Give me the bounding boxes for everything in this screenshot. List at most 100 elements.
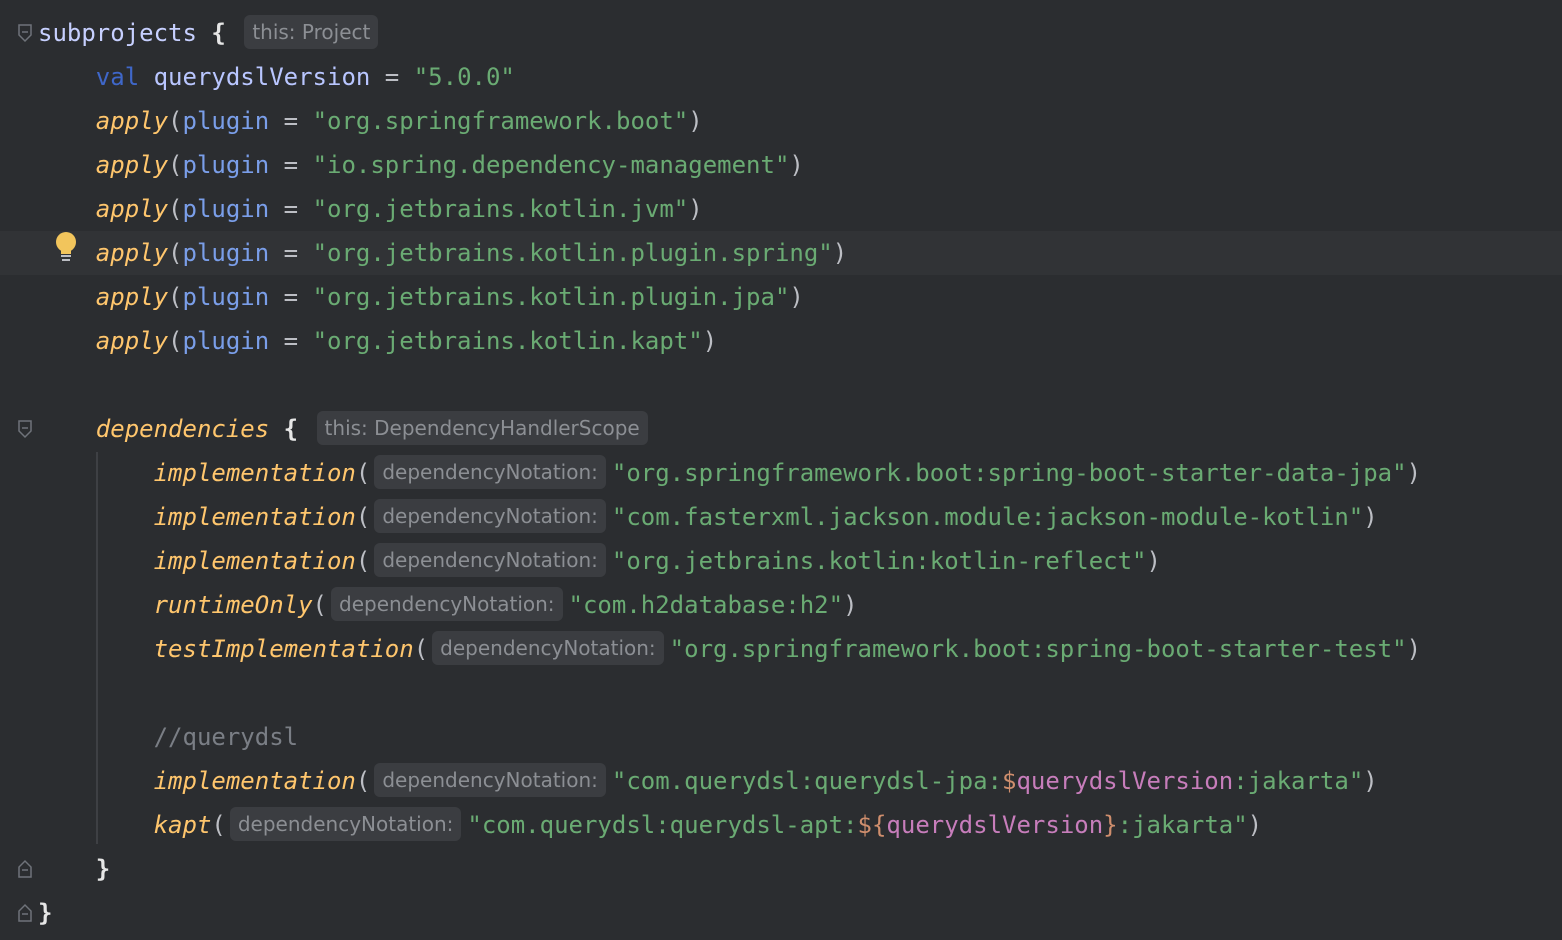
code-token: runtimeOnly bbox=[153, 591, 313, 619]
inlay-hint: this: DependencyHandlerScope bbox=[316, 411, 648, 445]
code-token: apply bbox=[95, 151, 169, 179]
code-token: "io.spring.dependency-management" bbox=[312, 151, 790, 179]
code-line[interactable]: apply(plugin = "org.jetbrains.kotlin.plu… bbox=[0, 231, 1562, 275]
code-token: plugin bbox=[182, 107, 270, 135]
code-token: "org.jetbrains.kotlin.jvm" bbox=[312, 195, 689, 223]
code-line[interactable]: apply(plugin = "org.jetbrains.kotlin.kap… bbox=[0, 319, 1562, 363]
code-token: = bbox=[269, 151, 313, 179]
code-token: { bbox=[211, 19, 226, 47]
code-token: ) bbox=[688, 107, 703, 135]
code-line[interactable]: implementation(dependencyNotation: "org.s… bbox=[0, 451, 1562, 495]
code-token: { bbox=[283, 415, 299, 443]
code-token: ) bbox=[789, 283, 804, 311]
code-token: ) bbox=[1406, 459, 1422, 487]
code-token: = bbox=[269, 107, 313, 135]
code-token: ( bbox=[168, 107, 183, 135]
code-line[interactable]: } bbox=[0, 847, 1562, 891]
code-token: ) bbox=[1406, 635, 1422, 663]
code-token: } bbox=[95, 855, 111, 883]
inlay-hint: dependencyNotation: bbox=[374, 455, 606, 489]
code-token: :jakarta" bbox=[1233, 767, 1364, 795]
code-token: querydslVersion bbox=[1016, 767, 1234, 795]
code-line[interactable]: testImplementation(dependencyNotation: "o… bbox=[0, 627, 1562, 671]
code-token: implementation bbox=[153, 503, 356, 531]
code-token: plugin bbox=[182, 327, 270, 355]
inlay-hint: dependencyNotation: bbox=[229, 807, 462, 841]
code-token: ( bbox=[168, 239, 183, 267]
code-line[interactable] bbox=[0, 363, 1562, 407]
code-token: } bbox=[1103, 811, 1118, 839]
code-token: ( bbox=[168, 151, 183, 179]
code-line[interactable]: implementation(dependencyNotation: "com.q… bbox=[0, 759, 1562, 803]
code-token: ) bbox=[843, 591, 858, 619]
code-token: apply bbox=[95, 195, 169, 223]
code-token: dependencies bbox=[95, 415, 270, 443]
code-area[interactable]: subprojects { this: Project val querydsl… bbox=[0, 0, 1562, 940]
code-token: ( bbox=[211, 811, 226, 839]
code-line[interactable]: apply(plugin = "io.spring.dependency-man… bbox=[0, 143, 1562, 187]
code-token: ( bbox=[355, 459, 371, 487]
code-token: ( bbox=[355, 503, 371, 531]
code-token: = bbox=[370, 63, 414, 91]
code-line[interactable]: val querydslVersion = "5.0.0" bbox=[0, 55, 1562, 99]
lightbulb-icon[interactable] bbox=[52, 231, 80, 263]
code-token: apply bbox=[95, 283, 169, 311]
code-token: querydslVersion bbox=[153, 63, 371, 91]
code-token: testImplementation bbox=[153, 635, 414, 663]
code-line[interactable]: } bbox=[0, 891, 1562, 935]
code-token: ) bbox=[1247, 811, 1263, 839]
code-token: ) bbox=[789, 151, 804, 179]
code-token: "org.springframework.boot" bbox=[312, 107, 689, 135]
code-line[interactable]: runtimeOnly(dependencyNotation: "com.h2da… bbox=[0, 583, 1562, 627]
code-line[interactable]: subprojects { this: Project bbox=[0, 11, 1562, 55]
inlay-hint: this: Project bbox=[244, 15, 379, 49]
code-token: "com.querydsl:querydsl-apt: bbox=[467, 811, 858, 839]
code-token: apply bbox=[95, 239, 169, 267]
code-token: ) bbox=[1363, 767, 1378, 795]
code-token: kapt bbox=[153, 811, 212, 839]
code-editor[interactable]: subprojects { this: Project val querydsl… bbox=[0, 0, 1562, 940]
code-line[interactable]: kapt(dependencyNotation: "com.querydsl:qu… bbox=[0, 803, 1562, 847]
code-line[interactable]: apply(plugin = "org.springframework.boot… bbox=[0, 99, 1562, 143]
code-token: = bbox=[269, 327, 313, 355]
code-token: "org.jetbrains.kotlin.kapt" bbox=[312, 327, 703, 355]
code-token: "org.jetbrains.kotlin:kotlin-reflect" bbox=[611, 547, 1147, 575]
code-token: apply bbox=[95, 327, 169, 355]
code-token: = bbox=[269, 283, 313, 311]
code-token: "5.0.0" bbox=[413, 63, 515, 91]
code-token: = bbox=[269, 195, 313, 223]
code-token: ( bbox=[168, 327, 183, 355]
code-token: "com.fasterxml.jackson.module:jackson-mo… bbox=[611, 503, 1364, 531]
code-token: ( bbox=[413, 635, 429, 663]
code-token: "com.h2database:h2" bbox=[568, 591, 844, 619]
code-token: subprojects bbox=[38, 19, 197, 47]
inlay-hint: dependencyNotation: bbox=[374, 763, 606, 797]
inlay-hint: dependencyNotation: bbox=[374, 499, 606, 533]
code-line[interactable] bbox=[0, 671, 1562, 715]
code-token: ( bbox=[312, 591, 327, 619]
code-line[interactable]: implementation(dependencyNotation: "org.j… bbox=[0, 539, 1562, 583]
code-line[interactable]: implementation(dependencyNotation: "com.f… bbox=[0, 495, 1562, 539]
code-line[interactable]: dependencies { this: DependencyHandlerSc… bbox=[0, 407, 1562, 451]
code-token: } bbox=[38, 899, 53, 927]
code-line[interactable]: //querydsl bbox=[0, 715, 1562, 759]
code-token: "org.springframework.boot:spring-boot-st… bbox=[611, 459, 1407, 487]
code-line[interactable]: apply(plugin = "org.jetbrains.kotlin.jvm… bbox=[0, 187, 1562, 231]
code-token: plugin bbox=[182, 151, 270, 179]
code-token: ) bbox=[1146, 547, 1161, 575]
code-token: ) bbox=[832, 239, 848, 267]
code-line[interactable]: apply(plugin = "org.jetbrains.kotlin.plu… bbox=[0, 275, 1562, 319]
